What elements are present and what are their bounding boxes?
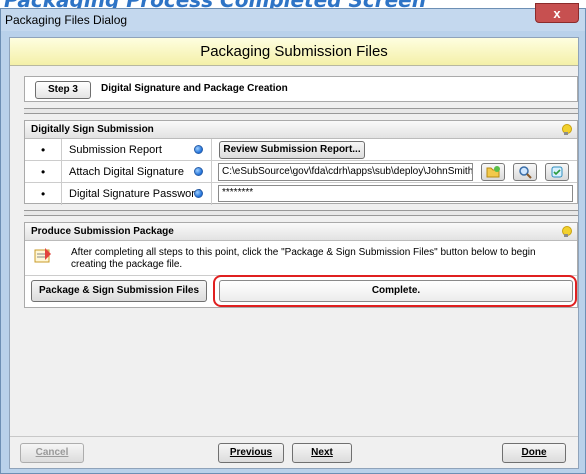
produce-heading-text: Produce Submission Package xyxy=(31,226,174,237)
cancel-button[interactable]: Cancel xyxy=(20,443,84,463)
window-title: Packaging Files Dialog xyxy=(5,13,128,27)
row-label: Digital Signature Password xyxy=(69,188,202,200)
close-button[interactable]: x xyxy=(535,3,579,23)
info-text: After completing all steps to this point… xyxy=(71,247,536,270)
dialog-footer: Cancel Previous Next Done xyxy=(10,436,578,468)
status-dot-icon xyxy=(194,167,203,176)
signature-path-field[interactable]: C:\eSubSource\gov\fda\cdrh\apps\sub\depl… xyxy=(218,163,473,181)
dialog-client: Packaging Submission Files Step 3 Digita… xyxy=(9,37,579,469)
bullet-icon: • xyxy=(41,165,46,179)
status-dot-icon xyxy=(194,145,203,154)
divider xyxy=(24,108,578,114)
dialog-window: Packaging Files Dialog x Packaging Submi… xyxy=(0,3,586,474)
page-title: Packaging Submission Files xyxy=(10,38,578,66)
row-label: Submission Report xyxy=(69,144,162,156)
sign-section-heading: Digitally Sign Submission xyxy=(25,121,577,139)
lightbulb-icon[interactable] xyxy=(561,226,572,238)
highlight-ring xyxy=(213,275,577,307)
password-field[interactable]: ******** xyxy=(218,185,573,202)
status-dot-icon xyxy=(194,189,203,198)
sign-section: Digitally Sign Submission • Submission R… xyxy=(24,120,578,205)
title-bar[interactable]: Packaging Files Dialog xyxy=(1,9,585,31)
lightbulb-icon[interactable] xyxy=(561,124,572,136)
row-attach-signature: • Attach Digital Signature C:\eSubSource… xyxy=(25,161,577,183)
step-box: Step 3 Digital Signature and Package Cre… xyxy=(24,76,578,102)
previous-button[interactable]: Previous xyxy=(218,443,284,463)
package-row: Package & Sign Submission Files Complete… xyxy=(25,275,577,307)
next-button[interactable]: Next xyxy=(292,443,352,463)
row-signature-password: • Digital Signature Password ******** xyxy=(25,183,577,205)
package-sign-button[interactable]: Package & Sign Submission Files xyxy=(31,280,207,302)
step-label: Step 3 xyxy=(35,81,91,99)
row-submission-report: • Submission Report Review Submission Re… xyxy=(25,139,577,161)
row-label: Attach Digital Signature xyxy=(69,166,184,178)
note-icon xyxy=(33,247,53,265)
bullet-icon: • xyxy=(41,187,46,201)
magnifier-icon[interactable] xyxy=(513,163,537,181)
cert-icon[interactable] xyxy=(545,163,569,181)
produce-section: Produce Submission Package After complet… xyxy=(24,222,578,308)
produce-section-heading: Produce Submission Package xyxy=(25,223,577,241)
folder-icon[interactable] xyxy=(481,163,505,181)
done-button[interactable]: Done xyxy=(502,443,566,463)
step-title: Digital Signature and Package Creation xyxy=(101,83,288,94)
divider xyxy=(24,210,578,216)
review-report-button[interactable]: Review Submission Report... xyxy=(219,141,365,159)
sign-heading-text: Digitally Sign Submission xyxy=(31,124,154,135)
bullet-icon: • xyxy=(41,143,46,157)
